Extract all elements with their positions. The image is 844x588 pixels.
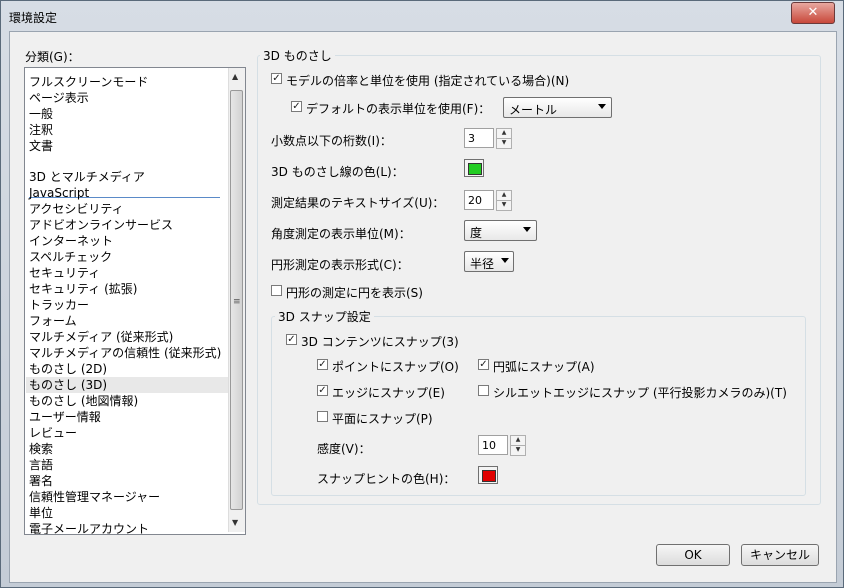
chevron-down-icon	[523, 227, 531, 232]
angle-units-value: 度	[470, 226, 483, 240]
category-item[interactable]: 文書	[29, 138, 53, 154]
category-item[interactable]: 信頼性管理マネージャー	[29, 489, 160, 505]
title-bar[interactable]: 環境設定 ✕	[1, 1, 843, 31]
category-item[interactable]: ページ表示	[29, 90, 89, 106]
circle-format-label: 円形測定の表示形式(C)：	[271, 258, 409, 272]
category-item[interactable]: セキュリティ	[29, 265, 100, 281]
category-item[interactable]: 単位	[29, 505, 53, 521]
line-color-button[interactable]	[464, 159, 484, 177]
sensitivity-label: 感度(V)：	[317, 442, 371, 456]
sensitivity-value: 10	[482, 439, 496, 452]
category-item[interactable]: 注釈	[29, 122, 53, 138]
snap-plane-label: 平面にスナップ(P)	[332, 412, 433, 426]
category-item[interactable]: インターネット	[29, 233, 113, 249]
chevron-down-icon	[598, 104, 606, 109]
chevron-down-icon	[501, 258, 509, 263]
text-size-value: 20	[468, 194, 482, 207]
category-item[interactable]: マルチメディア (従来形式)	[29, 329, 173, 345]
angle-units-label: 角度測定の表示単位(M)：	[271, 227, 411, 241]
hint-color-label: スナップヒントの色(H)：	[317, 472, 456, 486]
snap-arc-checkbox[interactable]: ✓	[478, 359, 489, 370]
default-units-select[interactable]: メートル	[503, 97, 612, 118]
snap-plane-checkbox[interactable]	[317, 411, 328, 422]
use-model-scale-checkbox[interactable]: ✓	[271, 73, 282, 84]
snap-edge-checkbox[interactable]: ✓	[317, 385, 328, 396]
line-color-swatch	[468, 163, 482, 175]
ok-button[interactable]: OK	[656, 544, 730, 566]
stepper-down-icon[interactable]: ▼	[496, 200, 512, 211]
decimal-places-label: 小数点以下の桁数(I)：	[271, 134, 392, 148]
category-item[interactable]: セキュリティ (拡張)	[29, 281, 137, 297]
category-item[interactable]: 一般	[29, 106, 53, 122]
category-list[interactable]: フルスクリーンモード ページ表示 一般 注釈 文書 3D とマルチメディア JavaScr…	[24, 67, 246, 535]
use-default-units-label: デフォルトの表示単位を使用(F)：	[306, 102, 491, 116]
stepper-down-icon[interactable]: ▼	[496, 138, 512, 149]
category-scrollbar[interactable]: ▲ ≡ ▼	[228, 68, 245, 532]
use-default-units-checkbox[interactable]: ✓	[291, 101, 302, 112]
text-size-field[interactable]: 20	[464, 190, 494, 210]
category-item[interactable]: 電子メールアカウント	[29, 521, 149, 534]
ruler-3d-group-title: 3D ものさし	[260, 47, 335, 64]
category-item[interactable]: ものさし (地図情報)	[29, 393, 138, 409]
default-units-value: メートル	[509, 103, 558, 117]
close-button[interactable]: ✕	[791, 2, 835, 24]
show-circle-checkbox[interactable]	[271, 285, 282, 296]
snap-point-checkbox[interactable]: ✓	[317, 359, 328, 370]
stepper-down-icon[interactable]: ▼	[510, 445, 526, 456]
hint-color-swatch	[482, 470, 496, 482]
scroll-down-arrow-icon[interactable]: ▼	[232, 518, 238, 527]
category-item[interactable]: フォーム	[29, 313, 77, 329]
snap-settings-title: 3D スナップ設定	[275, 308, 374, 325]
angle-units-select[interactable]: 度	[464, 220, 537, 241]
category-item[interactable]: ものさし (2D)	[29, 361, 107, 377]
category-item[interactable]: マルチメディアの信頼性 (従来形式)	[29, 345, 221, 361]
category-item[interactable]: トラッカー	[29, 297, 89, 313]
sensitivity-stepper[interactable]: ▲ ▼	[510, 435, 526, 456]
category-item[interactable]: 3D とマルチメディア	[29, 169, 145, 185]
hint-color-button[interactable]	[478, 466, 498, 484]
snap-edge-label: エッジにスナップ(E)	[332, 386, 445, 400]
category-item[interactable]: 検索	[29, 441, 53, 457]
text-size-stepper[interactable]: ▲ ▼	[496, 190, 512, 211]
snap-arc-label: 円弧にスナップ(A)	[493, 360, 595, 374]
preferences-dialog: 環境設定 ✕ 分類(G)： フルスクリーンモード ページ表示 一般 注釈 文書 3D と…	[0, 0, 844, 588]
sensitivity-field[interactable]: 10	[478, 435, 508, 455]
category-item-selected[interactable]: ものさし (3D)	[29, 377, 107, 393]
snap-silhouette-checkbox[interactable]	[478, 385, 489, 396]
category-item[interactable]: フルスクリーンモード	[29, 74, 148, 90]
category-item[interactable]: ユーザー情報	[29, 409, 101, 425]
circle-format-select[interactable]: 半径	[464, 251, 514, 272]
category-item[interactable]: レビュー	[29, 425, 77, 441]
snap-3d-checkbox[interactable]: ✓	[286, 334, 297, 345]
decimal-places-field[interactable]: 3	[464, 128, 494, 148]
category-item[interactable]: スペルチェック	[29, 249, 112, 265]
snap-silhouette-label: シルエットエッジにスナップ (平行投影カメラのみ)(T)	[493, 386, 787, 400]
category-item[interactable]: 署名	[29, 473, 53, 489]
circle-format-value: 半径	[470, 257, 495, 271]
use-model-scale-label: モデルの倍率と単位を使用 (指定されている場合)(N)	[286, 74, 570, 88]
snap-point-label: ポイントにスナップ(O)	[332, 360, 459, 374]
decimal-places-value: 3	[468, 132, 475, 145]
close-icon: ✕	[807, 5, 819, 20]
category-item[interactable]: アクセシビリティ	[29, 201, 124, 217]
category-label: 分類(G)：	[25, 50, 80, 64]
cancel-button[interactable]: キャンセル	[741, 544, 819, 566]
category-item[interactable]: アドビオンラインサービス	[29, 217, 173, 233]
snap-3d-label: 3D コンテンツにスナップ(3)	[301, 335, 459, 349]
window-title: 環境設定	[9, 11, 58, 25]
line-color-label: 3D ものさし線の色(L)：	[271, 165, 404, 179]
scrollbar-thumb[interactable]: ≡	[230, 90, 243, 510]
show-circle-label: 円形の測定に円を表示(S)	[286, 286, 423, 300]
scroll-up-arrow-icon[interactable]: ▲	[232, 72, 238, 81]
scrollbar-grip-icon: ≡	[233, 297, 241, 307]
text-size-label: 測定結果のテキストサイズ(U)：	[271, 196, 445, 210]
category-item[interactable]: JavaScript	[29, 185, 89, 201]
category-item[interactable]: 言語	[29, 457, 53, 473]
decimal-places-stepper[interactable]: ▲ ▼	[496, 128, 512, 149]
